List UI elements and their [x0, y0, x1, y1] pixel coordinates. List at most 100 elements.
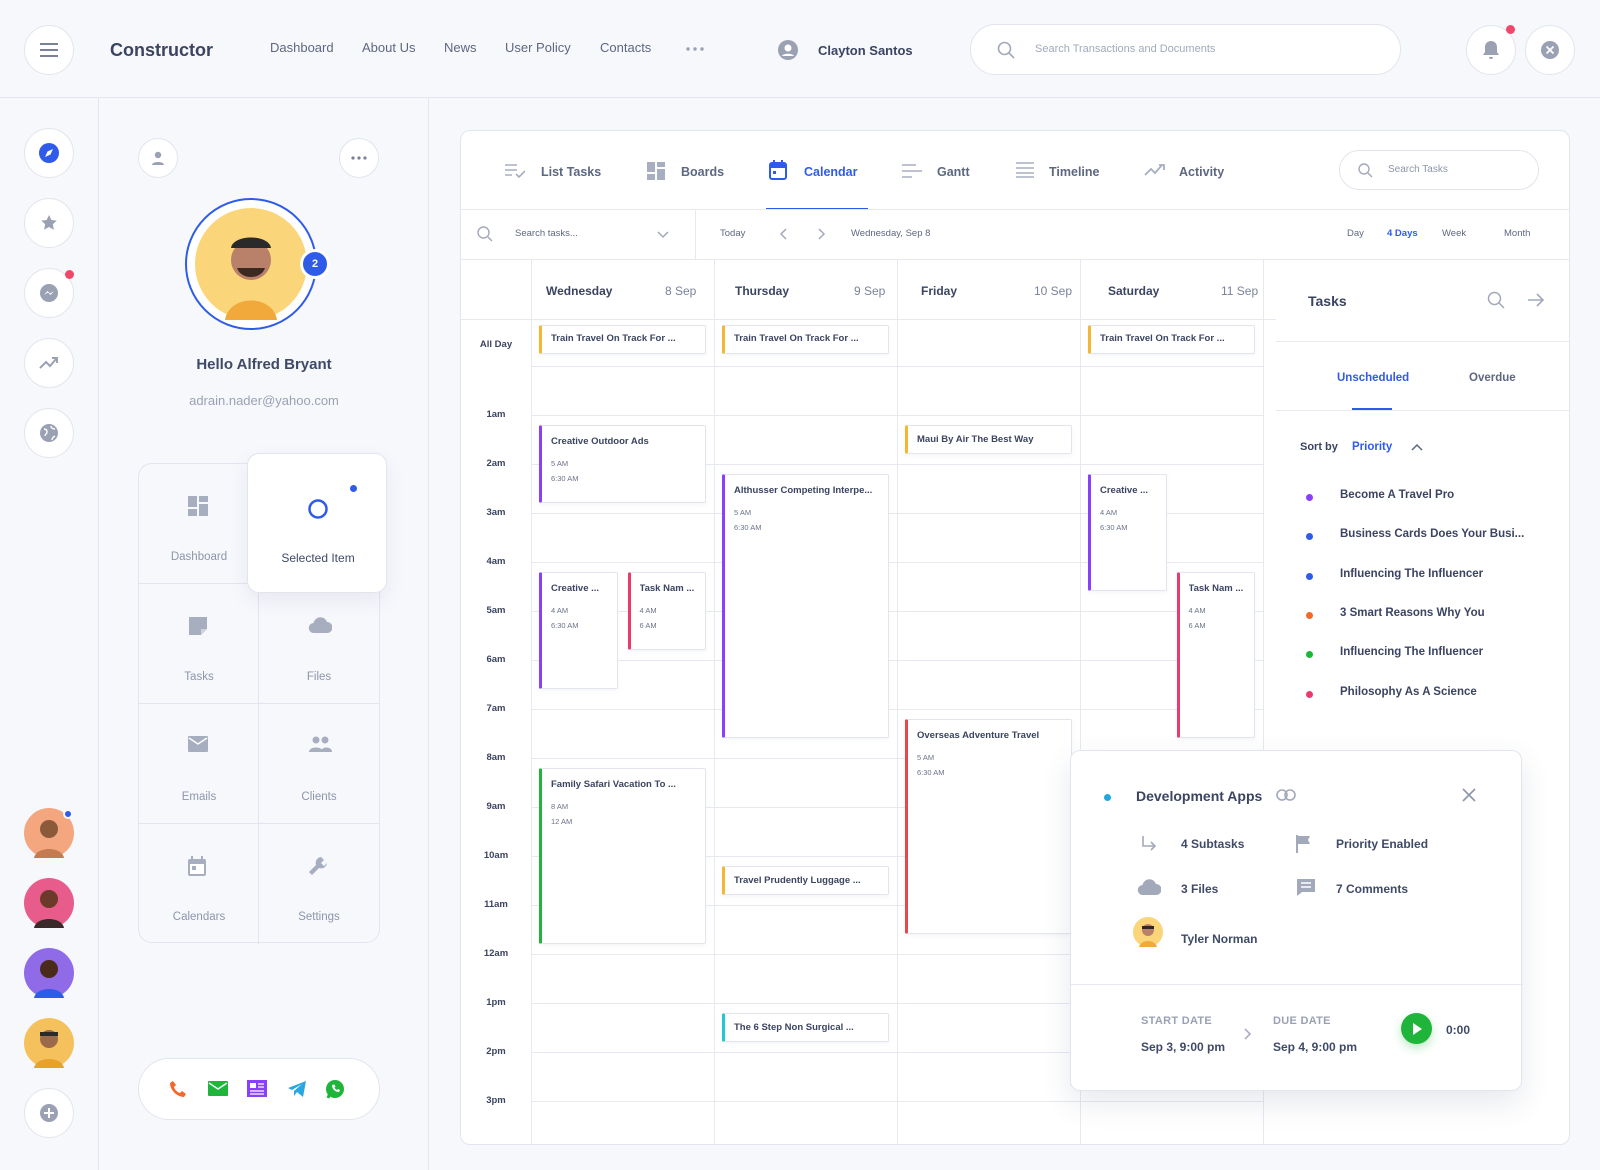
- chevron-right-icon[interactable]: [818, 228, 826, 240]
- sort-value[interactable]: Priority: [1352, 441, 1392, 453]
- menu-emails[interactable]: Emails: [139, 704, 259, 824]
- calendar-event[interactable]: Creative ... 4 AM 6:30 AM: [1088, 473, 1167, 592]
- task-filter-input[interactable]: Search tasks...: [461, 210, 696, 259]
- tab-gantt[interactable]: Gantt: [937, 165, 970, 179]
- search-placeholder: Search Transactions and Documents: [1035, 43, 1216, 55]
- range-month[interactable]: Month: [1504, 228, 1530, 239]
- menu-clients[interactable]: Clients: [259, 704, 379, 824]
- calendar-event[interactable]: Creative Outdoor Ads 5 AM 6:30 AM: [539, 424, 706, 504]
- hour-label: 2am: [486, 458, 506, 469]
- profile-button[interactable]: [138, 138, 178, 178]
- rail-stats-button[interactable]: [24, 338, 74, 388]
- event-end: 6:30 AM: [551, 620, 579, 630]
- assignee-avatar[interactable]: [1133, 917, 1163, 947]
- task-item[interactable]: Become A Travel Pro: [1276, 488, 1569, 508]
- menu-tasks[interactable]: Tasks: [139, 584, 259, 704]
- menu-label: Tasks: [184, 671, 214, 683]
- nav-user-policy[interactable]: User Policy: [505, 40, 571, 55]
- nav-dashboard[interactable]: Dashboard: [270, 40, 334, 55]
- phone-icon[interactable]: [169, 1080, 187, 1098]
- menu-calendars[interactable]: Calendars: [139, 824, 259, 944]
- whatsapp-icon[interactable]: [325, 1079, 345, 1099]
- mail-icon[interactable]: [208, 1081, 228, 1096]
- avatar[interactable]: [24, 1018, 74, 1068]
- news-icon[interactable]: [247, 1080, 267, 1097]
- menu-files[interactable]: Files: [259, 584, 379, 704]
- priority-status[interactable]: Priority Enabled: [1336, 837, 1428, 851]
- range-week[interactable]: Week: [1442, 228, 1466, 239]
- search-icon: [477, 226, 493, 242]
- chevron-left-icon[interactable]: [779, 228, 787, 240]
- tab-boards[interactable]: Boards: [681, 165, 724, 179]
- calendar-event[interactable]: Travel Prudently Luggage ...: [722, 865, 889, 896]
- profile-avatar[interactable]: [185, 198, 317, 330]
- telegram-icon[interactable]: [287, 1081, 307, 1097]
- calendar-event[interactable]: Overseas Adventure Travel 5 AM 6:30 AM: [905, 718, 1072, 935]
- rail-favorites-button[interactable]: [24, 198, 74, 248]
- files-count[interactable]: 3 Files: [1181, 882, 1218, 896]
- close-icon[interactable]: [1462, 788, 1476, 802]
- task-item[interactable]: Philosophy As A Science: [1276, 685, 1569, 705]
- range-4-days[interactable]: 4 Days: [1387, 228, 1418, 239]
- play-timer-button[interactable]: [1401, 1013, 1432, 1044]
- nav-about-us[interactable]: About Us: [362, 40, 415, 55]
- today-button[interactable]: Today: [720, 228, 745, 239]
- tab-timeline[interactable]: Timeline: [1049, 165, 1099, 179]
- allday-event[interactable]: Train Travel On Track For ...: [1088, 325, 1255, 354]
- close-button[interactable]: [1525, 25, 1575, 75]
- task-item[interactable]: Influencing The Influencer: [1276, 567, 1569, 587]
- menu-button[interactable]: [24, 25, 74, 75]
- arrow-right-icon[interactable]: [1527, 292, 1545, 308]
- allday-event[interactable]: Train Travel On Track For ...: [539, 325, 706, 354]
- menu-dashboard[interactable]: Dashboard: [139, 464, 259, 584]
- calendar-event[interactable]: Task Nam ... 4 AM 6 AM: [627, 571, 706, 651]
- more-nav-icon[interactable]: [686, 47, 704, 51]
- add-contact-button[interactable]: [24, 1088, 74, 1138]
- event-start: 5 AM: [551, 458, 569, 468]
- range-day[interactable]: Day: [1347, 228, 1364, 239]
- tab-overdue[interactable]: Overdue: [1469, 372, 1516, 384]
- task-item[interactable]: Business Cards Does Your Busi...: [1276, 527, 1569, 547]
- more-icon: [351, 156, 367, 160]
- calendar-event[interactable]: The 6 Step Non Surgical ...: [722, 1012, 889, 1043]
- due-date-value[interactable]: Sep 4, 9:00 pm: [1273, 1040, 1357, 1054]
- tab-list-tasks[interactable]: List Tasks: [541, 165, 601, 179]
- tab-calendar[interactable]: Calendar: [804, 165, 858, 179]
- calendar-event[interactable]: Althusser Competing Interpe... 5 AM 6:30 A…: [722, 473, 889, 739]
- menu-settings[interactable]: Settings: [259, 824, 379, 944]
- calendar-event[interactable]: Maui By Air The Best Way: [905, 424, 1072, 455]
- rail-globe-button[interactable]: [24, 408, 74, 458]
- chevron-up-icon[interactable]: [1411, 443, 1423, 451]
- search-tasks-input[interactable]: Search Tasks: [1339, 150, 1539, 190]
- calendar-event[interactable]: Task Nam ... 4 AM 6 AM: [1176, 571, 1255, 739]
- rail-explore-button[interactable]: [24, 128, 74, 178]
- flag-icon: [1296, 835, 1310, 853]
- link-icon[interactable]: [1276, 789, 1296, 801]
- search-icon[interactable]: [1487, 291, 1505, 309]
- menu-selected-item[interactable]: Selected Item: [247, 453, 387, 593]
- assignee-name[interactable]: Tyler Norman: [1181, 932, 1257, 946]
- user-icon[interactable]: [778, 40, 798, 60]
- divider: [461, 259, 1569, 260]
- nav-contacts[interactable]: Contacts: [600, 40, 651, 55]
- user-name[interactable]: Clayton Santos: [818, 43, 913, 58]
- calendar-event[interactable]: Creative ... 4 AM 6:30 AM: [539, 571, 618, 690]
- tab-activity[interactable]: Activity: [1179, 165, 1224, 179]
- global-search-input[interactable]: Search Transactions and Documents: [970, 24, 1401, 75]
- subtasks-count[interactable]: 4 Subtasks: [1181, 837, 1244, 851]
- event-start: 5 AM: [917, 752, 935, 762]
- profile-more-button[interactable]: [339, 138, 379, 178]
- task-item[interactable]: Influencing The Influencer: [1276, 645, 1569, 665]
- nav-news[interactable]: News: [444, 40, 477, 55]
- wrench-icon: [309, 857, 327, 875]
- avatar[interactable]: [24, 948, 74, 998]
- avatar[interactable]: [24, 878, 74, 928]
- hour-label: 12am: [483, 948, 509, 959]
- tab-unscheduled[interactable]: Unscheduled: [1337, 372, 1409, 384]
- allday-event[interactable]: Train Travel On Track For ...: [722, 325, 889, 354]
- contact-bar: [138, 1058, 380, 1120]
- comments-count[interactable]: 7 Comments: [1336, 882, 1408, 896]
- task-item[interactable]: 3 Smart Reasons Why You: [1276, 606, 1569, 626]
- calendar-event[interactable]: Family Safari Vacation To ... 8 AM 12 AM: [539, 767, 706, 945]
- start-date-value[interactable]: Sep 3, 9:00 pm: [1141, 1040, 1225, 1054]
